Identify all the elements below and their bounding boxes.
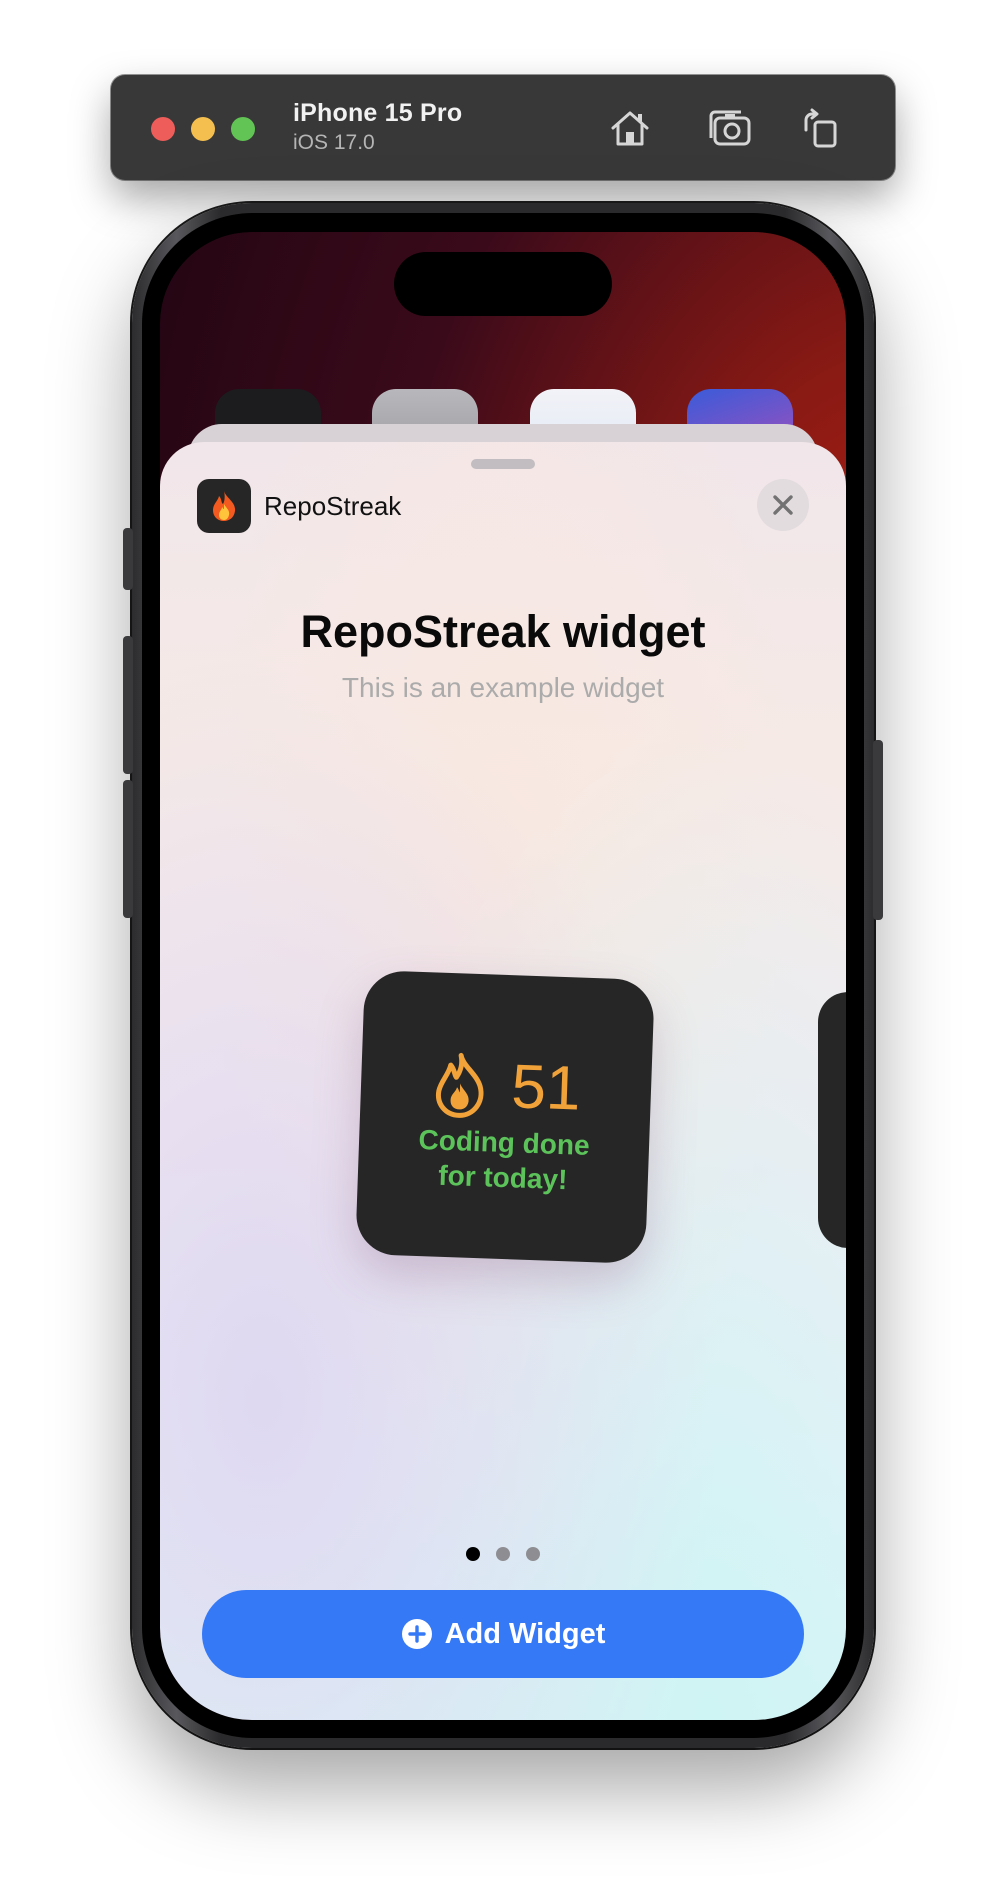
rotate-button[interactable] [795,103,845,153]
app-icon [197,479,251,533]
page-dot[interactable] [526,1547,540,1561]
app-name: RepoStreak [264,491,402,521]
volume-down-button[interactable] [123,780,133,918]
volume-up-button[interactable] [123,636,133,774]
minimize-window-button[interactable] [191,117,215,141]
flame-emoji-icon [213,491,236,521]
streak-row: 51 [360,1048,652,1126]
device-name: iPhone 15 Pro [293,99,463,127]
streak-count: 51 [510,1052,582,1124]
action-button[interactable] [123,528,133,590]
side-button[interactable] [873,740,883,920]
home-button[interactable] [605,103,655,153]
simulator-window: iPhone 15 Pro iOS 17.0 RepoStreak RepoSt… [0,0,1006,1900]
next-widget-preview[interactable] [818,992,846,1248]
page-dot-active[interactable] [466,1547,480,1561]
widget-title: RepoStreak widget [300,606,706,657]
widget-preview[interactable]: 51 Coding done for today! [355,970,655,1264]
phone-screen: RepoStreak RepoStreak widget This is an … [160,232,846,1720]
page-dot[interactable] [496,1547,510,1561]
plus-circle-icon [401,1619,432,1649]
sheet-grabber[interactable] [471,459,535,469]
widget-gallery-sheet: RepoStreak RepoStreak widget This is an … [160,442,846,1720]
add-widget-label: Add Widget [444,1617,606,1650]
close-window-button[interactable] [151,117,175,141]
simulator-toolbar: iPhone 15 Pro iOS 17.0 [111,75,895,180]
screenshot-icon [709,110,751,146]
close-button[interactable] [757,479,809,531]
dynamic-island [394,252,612,316]
widget-description: This is an example widget [341,672,665,703]
home-icon [611,111,649,146]
page-indicator[interactable] [160,1547,846,1561]
status-message: Coding done for today! [357,1120,649,1200]
screenshot-button[interactable] [705,103,755,153]
zoom-window-button[interactable] [231,117,255,141]
add-widget-button[interactable]: Add Widget [202,1590,804,1678]
flame-icon [435,1052,484,1118]
close-icon [773,495,793,515]
rotate-icon [804,108,837,148]
os-version: iOS 17.0 [293,131,375,154]
